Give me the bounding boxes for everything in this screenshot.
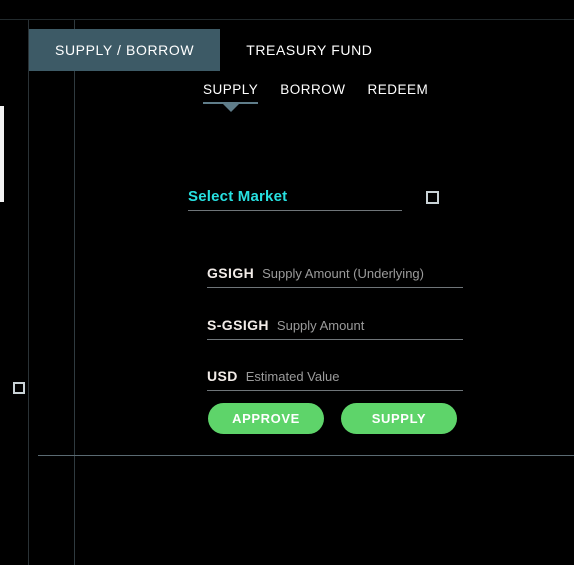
sub-tab-redeem-label: REDEEM <box>367 82 429 97</box>
main-tab-treasury-fund[interactable]: TREASURY FUND <box>220 29 398 71</box>
field-row-underlying: GSIGH <box>207 250 463 288</box>
field-unit-gsigh: GSIGH <box>207 265 255 281</box>
bottom-divider <box>38 455 574 456</box>
field-row-stoken: S-GSIGH <box>207 302 463 340</box>
supply-amount-underlying-input[interactable] <box>254 266 463 288</box>
sub-tab-borrow-label: BORROW <box>280 82 346 97</box>
supply-amount-input[interactable] <box>268 318 463 340</box>
form-action-buttons: APPROVE SUPPLY <box>208 403 457 434</box>
main-tab-bar: SUPPLY / BORROW TREASURY FUND <box>29 29 399 71</box>
app-root: SUPPLY / BORROW TREASURY FUND SUPPLY BOR… <box>0 0 574 565</box>
field-underline <box>207 390 463 391</box>
field-underline <box>207 339 463 340</box>
caret-down-icon <box>222 104 239 112</box>
broken-image-placeholder-icon <box>426 191 439 204</box>
gutter-rule-inner <box>74 20 75 565</box>
main-tab-treasury-fund-label: TREASURY FUND <box>246 42 373 58</box>
field-unit-usd: USD <box>207 368 238 384</box>
main-tab-supply-borrow[interactable]: SUPPLY / BORROW <box>29 29 221 71</box>
field-underline <box>207 287 463 288</box>
gutter-rule-left <box>28 20 29 565</box>
sub-tab-redeem[interactable]: REDEEM <box>368 82 429 106</box>
page-scrollbar-thumb[interactable] <box>0 106 4 202</box>
select-market-row: Select Market <box>188 188 463 218</box>
supply-button[interactable]: SUPPLY <box>341 403 457 434</box>
field-unit-s-gsigh: S-GSIGH <box>207 317 269 333</box>
top-band <box>0 0 574 19</box>
page-scrollbar-track[interactable] <box>0 20 4 565</box>
sub-tab-supply-label: SUPPLY <box>203 82 259 97</box>
approve-button[interactable]: APPROVE <box>208 403 324 434</box>
broken-image-placeholder-icon <box>13 382 25 394</box>
sub-tab-borrow[interactable]: BORROW <box>280 82 345 106</box>
sub-tab-bar: SUPPLY BORROW REDEEM <box>203 82 429 112</box>
select-market-underline <box>188 210 402 211</box>
top-divider <box>0 19 574 20</box>
estimated-value-input[interactable] <box>237 369 463 391</box>
field-row-usd: USD <box>207 353 463 391</box>
sub-tab-supply[interactable]: SUPPLY <box>203 82 259 112</box>
select-market-label[interactable]: Select Market <box>188 188 287 205</box>
main-tab-supply-borrow-label: SUPPLY / BORROW <box>55 42 195 58</box>
